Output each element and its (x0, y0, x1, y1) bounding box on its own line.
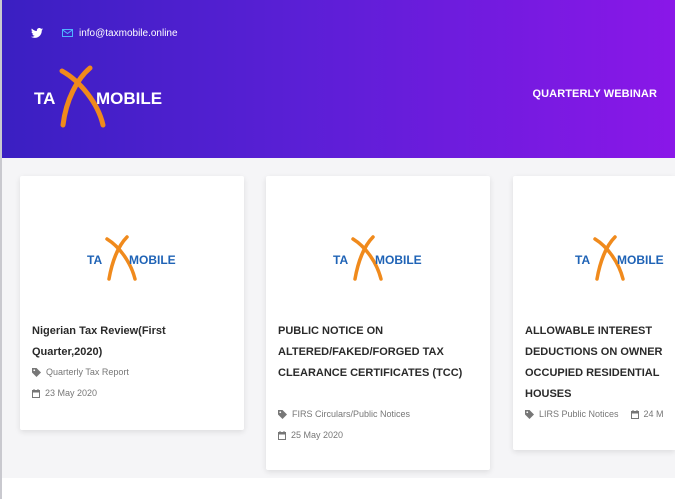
calendar-icon (278, 430, 286, 440)
date-label: 23 May 2020 (45, 388, 98, 398)
post-title[interactable]: ALLOWABLE INTEREST DEDUCTIONS ON OWNER O… (525, 321, 671, 405)
post-date: 24 M (630, 409, 664, 419)
tag-icon (525, 409, 534, 419)
category-label: Quarterly Tax Report (46, 367, 129, 377)
svg-text:TA: TA (87, 253, 102, 267)
nav-quarterly-webinar[interactable]: QUARTERLY WEBINAR (532, 88, 657, 100)
svg-text:MOBILE: MOBILE (129, 253, 176, 267)
post-thumbnail[interactable]: TA MOBILE (266, 176, 490, 316)
tag-icon (32, 367, 41, 377)
post-title[interactable]: Nigerian Tax Review(First Quarter,2020) (32, 321, 234, 363)
svg-text:MOBILE: MOBILE (375, 253, 422, 267)
email-text: info@taxmobile.online (79, 27, 178, 39)
site-header: info@taxmobile.online TA MOBILE QUARTERL… (2, 0, 675, 158)
svg-text:MOBILE: MOBILE (617, 253, 664, 267)
date-label: 24 M (643, 409, 664, 419)
post-thumbnail[interactable]: TA MOBILE (20, 176, 244, 316)
twitter-icon[interactable] (30, 26, 44, 40)
category-label: FIRS Circulars/Public Notices (292, 409, 411, 419)
post-category[interactable]: LIRS Public Notices (525, 409, 619, 419)
post-card[interactable]: TA MOBILE ALLOWABLE INTEREST DEDUCTIONS … (513, 176, 675, 450)
post-card[interactable]: TA MOBILE PUBLIC NOTICE ON ALTERED/FAKED… (266, 176, 490, 470)
svg-text:MOBILE: MOBILE (96, 89, 162, 108)
next-row-cards (2, 478, 675, 499)
post-date: 25 May 2020 (278, 430, 343, 440)
post-card[interactable]: TA MOBILE Nigerian Tax Review(First Quar… (20, 176, 244, 430)
svg-text:TA: TA (575, 253, 590, 267)
taxmobile-logo: TA MOBILE (575, 235, 664, 281)
calendar-icon (630, 409, 639, 419)
category-label: LIRS Public Notices (539, 409, 619, 419)
taxmobile-logo: TA MOBILE (333, 235, 422, 281)
calendar-icon (32, 388, 40, 398)
post-category[interactable]: Quarterly Tax Report (32, 367, 129, 377)
post-date: 23 May 2020 (32, 388, 97, 398)
post-thumbnail[interactable]: TA MOBILE (513, 176, 675, 316)
svg-text:TA: TA (34, 89, 55, 108)
top-contact-bar: info@taxmobile.online (30, 26, 178, 40)
taxmobile-logo[interactable]: TA MOBILE (32, 63, 172, 129)
email-link[interactable]: info@taxmobile.online (62, 28, 178, 39)
tag-icon (278, 409, 287, 419)
post-title[interactable]: PUBLIC NOTICE ON ALTERED/FAKED/FORGED TA… (278, 321, 480, 384)
post-category[interactable]: FIRS Circulars/Public Notices (278, 409, 410, 419)
mail-icon (62, 29, 73, 37)
svg-text:TA: TA (333, 253, 348, 267)
taxmobile-logo: TA MOBILE (87, 235, 176, 281)
date-label: 25 May 2020 (291, 430, 344, 440)
